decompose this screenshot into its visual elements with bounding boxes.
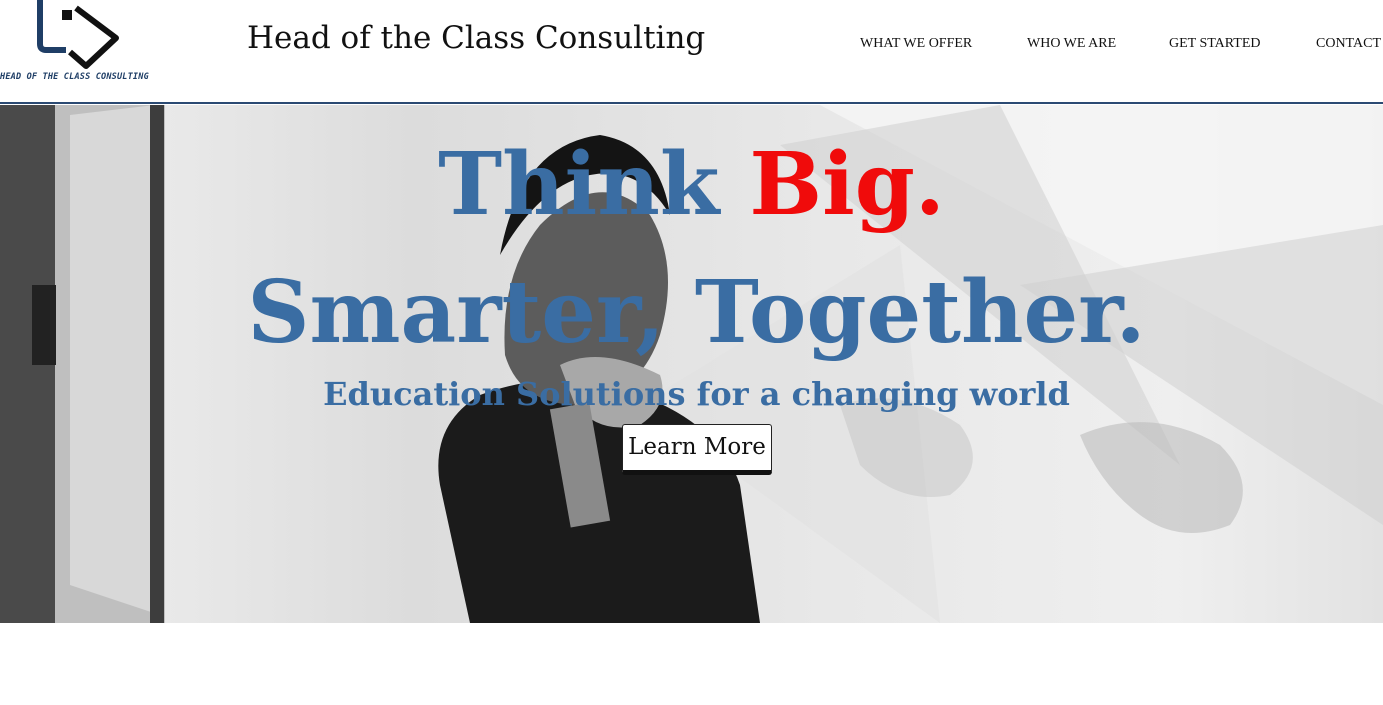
nav-item-get-started[interactable]: GET STARTED [1169,36,1261,52]
hero-headline: Think Big. [0,135,1383,235]
hero-headline-line2: Smarter, Together. [247,262,1146,363]
site-header: HEAD OF THE CLASS CONSULTING Head of the… [0,0,1383,104]
logo-mark-icon [37,0,119,69]
nav-item-who-we-are[interactable]: WHO WE ARE [1027,36,1116,52]
hero-section: Think Big. Smarter, Together. Education … [0,105,1383,623]
nav-item-what-we-offer[interactable]: WHAT WE OFFER [860,36,972,52]
learn-more-button[interactable]: Learn More [622,424,772,475]
main-nav: WHAT WE OFFER WHO WE ARE GET STARTED CON… [0,36,1383,56]
logo-text: HEAD OF THE CLASS CONSULTING [0,72,149,82]
hero-headline-part: Think [438,134,750,235]
hero-headline-accent: Big. [749,134,945,235]
nav-item-contact[interactable]: CONTACT [1316,36,1381,52]
hero-subheadline: Education Solutions for a changing world [323,375,1070,413]
